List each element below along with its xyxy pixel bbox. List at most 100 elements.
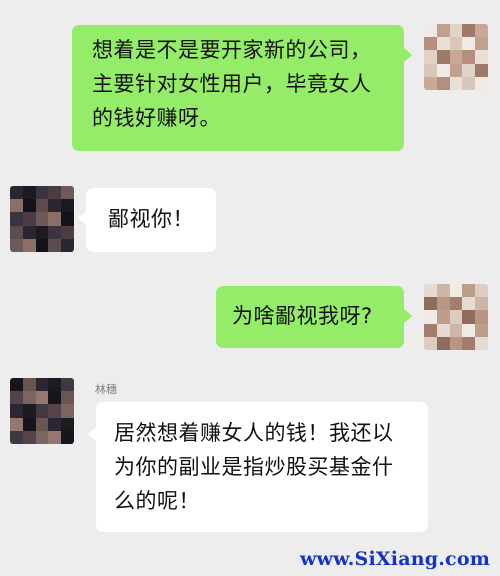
avatar-mosaic-tile bbox=[61, 417, 74, 431]
avatar-mosaic-tile bbox=[436, 76, 450, 90]
avatar-mosaic-tile bbox=[424, 297, 437, 311]
avatar-mosaic-tile bbox=[22, 212, 36, 226]
avatar-self[interactable] bbox=[424, 284, 488, 350]
sender-name: 林穗 bbox=[95, 383, 117, 396]
avatar-mosaic-tile bbox=[424, 336, 437, 350]
avatar-contact[interactable] bbox=[10, 186, 74, 252]
avatar-mosaic-tile bbox=[61, 186, 74, 200]
avatar-mosaic-tile bbox=[22, 378, 36, 392]
avatar-mosaic-tile bbox=[436, 50, 450, 64]
avatar-mosaic-tile bbox=[61, 212, 74, 226]
avatar-mosaic-tile bbox=[48, 430, 62, 444]
message-text: 想着是不是要开家新的公司，主要针对女性用户，毕竟女人的钱好赚呀。 bbox=[92, 38, 372, 130]
avatar-mosaic-tile bbox=[462, 63, 476, 77]
avatar-mosaic-tile bbox=[462, 336, 476, 350]
avatar-mosaic-tile bbox=[436, 336, 450, 350]
avatar-mosaic-tile bbox=[10, 391, 23, 405]
avatar-mosaic-tile bbox=[475, 50, 488, 64]
avatar-mosaic-tile bbox=[61, 199, 74, 213]
avatar-mosaic-tile bbox=[436, 63, 450, 77]
avatar-mosaic-tile bbox=[475, 63, 488, 77]
avatar-mosaic-tile bbox=[424, 310, 437, 324]
avatar-mosaic-tile bbox=[61, 404, 74, 418]
avatar-mosaic-tile bbox=[436, 310, 450, 324]
avatar-mosaic-tile bbox=[61, 378, 74, 392]
avatar-mosaic-tile bbox=[449, 76, 463, 90]
avatar-mosaic-tile bbox=[10, 225, 23, 239]
avatar-mosaic-tile bbox=[48, 391, 62, 405]
avatar-mosaic-tile bbox=[61, 225, 74, 239]
avatar-mosaic-tile bbox=[10, 212, 23, 226]
message-text: 鄙视你！ bbox=[108, 207, 194, 231]
avatar-mosaic-tile bbox=[424, 63, 437, 77]
avatar-mosaic-tile bbox=[436, 323, 450, 337]
message-text: 居然想着赚女人的钱！我还以为你的副业是指炒股买基金什么的呢！ bbox=[114, 421, 394, 513]
avatar-mosaic-tile bbox=[35, 430, 49, 444]
message-bubble-incoming[interactable]: 居然想着赚女人的钱！我还以为你的副业是指炒股买基金什么的呢！ bbox=[88, 402, 428, 532]
avatar-mosaic-tile bbox=[35, 199, 49, 213]
avatar-mosaic-tile bbox=[462, 284, 476, 298]
avatar-mosaic-tile bbox=[424, 323, 437, 337]
avatar-mosaic-tile bbox=[449, 37, 463, 51]
avatar-mosaic-tile bbox=[462, 76, 476, 90]
avatar-mosaic-tile bbox=[61, 430, 74, 444]
avatar-mosaic-tile bbox=[436, 37, 450, 51]
avatar-mosaic-tile bbox=[48, 417, 62, 431]
avatar-mosaic-tile bbox=[22, 417, 36, 431]
message-bubble-outgoing[interactable]: 想着是不是要开家新的公司，主要针对女性用户，毕竟女人的钱好赚呀。 bbox=[72, 25, 412, 151]
avatar-mosaic-tile bbox=[462, 24, 476, 38]
avatar-mosaic-tile bbox=[35, 391, 49, 405]
avatar-mosaic-tile bbox=[424, 284, 437, 298]
avatar-mosaic-tile bbox=[449, 24, 463, 38]
avatar-mosaic-tile bbox=[10, 378, 23, 392]
avatar-mosaic-tile bbox=[22, 186, 36, 200]
avatar-mosaic-tile bbox=[449, 323, 463, 337]
avatar-mosaic-tile bbox=[424, 37, 437, 51]
avatar-mosaic-tile bbox=[475, 323, 488, 337]
avatar-mosaic-tile bbox=[449, 50, 463, 64]
avatar-mosaic-tile bbox=[22, 404, 36, 418]
avatar-mosaic-tile bbox=[48, 238, 62, 252]
avatar-mosaic-tile bbox=[35, 238, 49, 252]
avatar-mosaic-tile bbox=[475, 284, 488, 298]
message-bubble-outgoing[interactable]: 为啥鄙视我呀? bbox=[216, 286, 412, 348]
avatar-mosaic-tile bbox=[22, 238, 36, 252]
avatar-mosaic-tile bbox=[462, 323, 476, 337]
avatar-mosaic-tile bbox=[475, 37, 488, 51]
avatar-mosaic-tile bbox=[424, 50, 437, 64]
avatar-mosaic-tile bbox=[22, 199, 36, 213]
avatar-mosaic-tile bbox=[424, 76, 437, 90]
avatar-mosaic-tile bbox=[35, 417, 49, 431]
avatar-mosaic-tile bbox=[475, 336, 488, 350]
avatar-mosaic-tile bbox=[10, 186, 23, 200]
avatar-mosaic-tile bbox=[35, 225, 49, 239]
avatar-mosaic-tile bbox=[462, 310, 476, 324]
avatar-mosaic-tile bbox=[462, 297, 476, 311]
message-text: 为啥鄙视我呀? bbox=[232, 304, 373, 328]
avatar-mosaic-tile bbox=[48, 186, 62, 200]
avatar-mosaic-tile bbox=[22, 391, 36, 405]
avatar-mosaic-tile bbox=[48, 225, 62, 239]
avatar-mosaic-tile bbox=[462, 50, 476, 64]
avatar-self[interactable] bbox=[424, 24, 488, 90]
avatar-mosaic-tile bbox=[35, 404, 49, 418]
avatar-mosaic-tile bbox=[462, 37, 476, 51]
avatar-mosaic-tile bbox=[436, 284, 450, 298]
avatar-mosaic-tile bbox=[436, 24, 450, 38]
avatar-mosaic-tile bbox=[449, 336, 463, 350]
avatar-mosaic-tile bbox=[48, 212, 62, 226]
avatar-mosaic-tile bbox=[48, 378, 62, 392]
avatar-mosaic-tile bbox=[22, 225, 36, 239]
avatar-mosaic-tile bbox=[449, 310, 463, 324]
avatar-mosaic-tile bbox=[475, 310, 488, 324]
avatar-mosaic-tile bbox=[449, 297, 463, 311]
avatar-contact[interactable] bbox=[10, 378, 74, 444]
avatar-mosaic-tile bbox=[35, 378, 49, 392]
avatar-mosaic-tile bbox=[10, 417, 23, 431]
avatar-mosaic-tile bbox=[10, 404, 23, 418]
avatar-mosaic-tile bbox=[61, 391, 74, 405]
avatar-mosaic-tile bbox=[449, 63, 463, 77]
avatar-mosaic-tile bbox=[35, 212, 49, 226]
avatar-mosaic-tile bbox=[475, 24, 488, 38]
message-bubble-incoming[interactable]: 鄙视你！ bbox=[78, 188, 216, 252]
